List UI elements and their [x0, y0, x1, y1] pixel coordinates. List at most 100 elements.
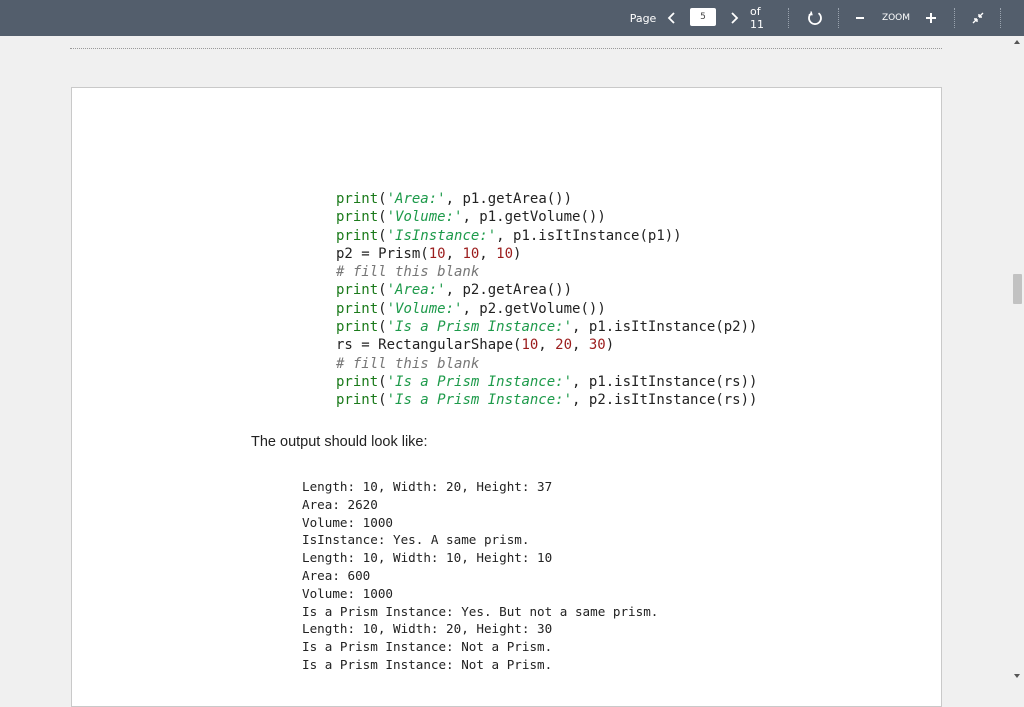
- code-token: 'Volume:': [386, 209, 463, 226]
- code-token: p2 = Prism(: [336, 245, 429, 262]
- code-line: # fill this blank: [336, 355, 757, 373]
- output-line: IsInstance: Yes. A same prism.: [302, 532, 530, 548]
- output-line: Is a Prism Instance: Not a Prism.: [302, 656, 553, 672]
- code-line: print('Is a Prism Instance:', p2.isItIns…: [336, 391, 757, 409]
- code-token: print: [336, 282, 379, 299]
- code-token: , p2.getVolume()): [462, 300, 606, 317]
- code-token: 'Is a Prism Instance:': [386, 373, 573, 390]
- code-line: print('Area:', p1.getArea()): [336, 190, 757, 208]
- viewer-toolbar: Page 5 of 11 ZOOM: [0, 0, 1024, 36]
- code-token: 'Area:': [386, 191, 446, 207]
- output-line: Volume: 1000: [302, 585, 393, 601]
- chevron-right-icon: [731, 12, 739, 24]
- code-token: , p2.getArea()): [445, 282, 573, 299]
- code-line: print('Volume:', p1.getVolume()): [336, 208, 757, 226]
- output-line: Length: 10, Width: 20, Height: 30: [302, 621, 553, 637]
- code-token: 'Is a Prism Instance:': [386, 392, 573, 409]
- zoom-out-button[interactable]: [852, 0, 868, 36]
- code-token: print: [336, 373, 379, 390]
- code-block: print('Area:', p1.getArea()) print('Volum…: [336, 190, 757, 410]
- code-line: print('IsInstance:', p1.isItInstance(p1)…: [336, 227, 757, 245]
- output-line: Length: 10, Width: 10, Height: 10: [302, 550, 553, 566]
- code-token: , p1.isItInstance(p2)): [572, 319, 758, 336]
- scroll-down-icon[interactable]: [1014, 674, 1020, 678]
- code-line: print('Is a Prism Instance:', p1.isItIns…: [336, 318, 757, 336]
- code-line: # fill this blank: [336, 263, 757, 281]
- output-line: Area: 2620: [302, 496, 378, 512]
- output-line: Length: 10, Width: 20, Height: 37: [302, 479, 553, 494]
- output-line: Is a Prism Instance: Not a Prism.: [302, 639, 553, 655]
- code-token: (: [378, 282, 387, 299]
- code-token: ,: [445, 245, 463, 262]
- code-token: (: [378, 209, 387, 226]
- output-line: Area: 600: [302, 567, 371, 583]
- minus-icon: [856, 17, 864, 19]
- code-token: 10: [462, 245, 480, 262]
- code-token: print: [336, 319, 379, 336]
- output-line: Is a Prism Instance: Yes. But not a same…: [302, 603, 659, 619]
- toolbar-divider: [788, 8, 789, 28]
- code-token: , p1.isItInstance(rs)): [572, 373, 758, 390]
- code-token: print: [336, 191, 379, 207]
- code-token: 'Volume:': [386, 300, 463, 317]
- code-token: , p1.getVolume()): [462, 209, 606, 226]
- plus-icon: [926, 13, 936, 23]
- collapse-icon: [972, 12, 984, 24]
- zoom-label: ZOOM: [881, 13, 911, 23]
- code-token: 'Is a Prism Instance:': [386, 319, 573, 336]
- next-page-button[interactable]: [724, 0, 744, 36]
- code-token: ,: [479, 245, 497, 262]
- code-token: , p2.isItInstance(rs)): [572, 392, 758, 409]
- zoom-in-button[interactable]: [922, 0, 940, 36]
- page-number-input[interactable]: 5: [690, 8, 716, 26]
- code-token: (: [378, 227, 387, 244]
- output-description: The output should look like:: [251, 434, 428, 450]
- code-token: (: [378, 191, 387, 207]
- code-token: 30: [588, 337, 606, 354]
- rotate-button[interactable]: [804, 0, 826, 36]
- code-token: ): [605, 337, 615, 354]
- code-line: rs = RectangularShape(10, 20, 30): [336, 336, 757, 354]
- code-token: 10: [521, 337, 539, 354]
- code-token: 'Area:': [386, 282, 446, 299]
- code-token: rs = RectangularShape(: [336, 337, 522, 354]
- code-token: ,: [572, 337, 589, 354]
- page-label: Page: [629, 11, 657, 25]
- code-token: ): [513, 245, 522, 262]
- code-line: p2 = Prism(10, 10, 10): [336, 245, 757, 263]
- toolbar-divider: [838, 8, 839, 28]
- code-token: 10: [428, 245, 446, 262]
- previous-page-edge: [70, 48, 942, 49]
- code-token: (: [378, 300, 387, 317]
- code-token: (: [378, 373, 387, 390]
- rotate-icon: [808, 11, 822, 25]
- page-count-label: of 11: [750, 5, 764, 31]
- code-token: 'IsInstance:': [386, 227, 497, 244]
- code-token: (: [378, 319, 387, 336]
- vertical-scrollbar[interactable]: [1012, 36, 1024, 683]
- code-token: 20: [555, 337, 573, 354]
- output-line: Volume: 1000: [302, 514, 393, 530]
- code-token: , p1.isItInstance(p1)): [496, 227, 682, 244]
- code-token: ,: [538, 337, 556, 354]
- code-token: print: [336, 392, 379, 409]
- code-token: print: [336, 227, 379, 244]
- code-token: # fill this blank: [336, 355, 480, 372]
- code-token: # fill this blank: [336, 264, 480, 281]
- toolbar-divider: [954, 8, 955, 28]
- code-line: print('Area:', p2.getArea()): [336, 281, 757, 299]
- chevron-left-icon: [667, 12, 675, 24]
- code-token: (: [378, 392, 387, 409]
- code-token: 10: [496, 245, 514, 262]
- scroll-up-icon[interactable]: [1014, 40, 1020, 44]
- code-line: print('Is a Prism Instance:', p1.isItIns…: [336, 373, 757, 391]
- code-token: , p1.getArea()): [445, 191, 573, 207]
- scrollbar-thumb[interactable]: [1013, 274, 1022, 304]
- exit-fullscreen-button[interactable]: [968, 0, 988, 36]
- code-token: print: [336, 300, 379, 317]
- output-block: Length: 10, Width: 20, Height: 37 Area: 2…: [302, 478, 658, 674]
- code-token: print: [336, 209, 379, 226]
- code-line: print('Volume:', p2.getVolume()): [336, 300, 757, 318]
- toolbar-divider: [1000, 8, 1001, 28]
- previous-page-button[interactable]: [662, 0, 682, 36]
